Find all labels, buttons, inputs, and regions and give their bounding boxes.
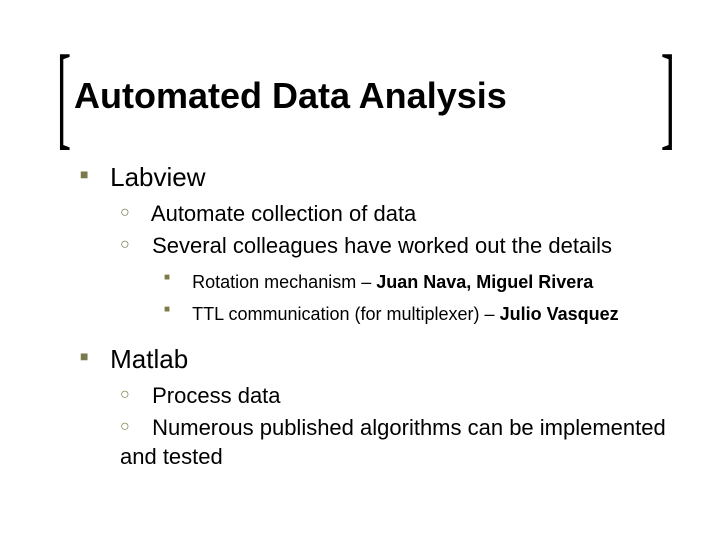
list-item: ■ Labview: [80, 160, 670, 195]
bracket-left-icon: [: [57, 38, 71, 153]
l3-bold: Julio Vasquez: [500, 304, 619, 324]
square-bullet-icon: ■: [164, 303, 186, 317]
bracket-right-icon: ]: [661, 38, 675, 153]
l3-bold: Juan Nava, Miguel Rivera: [376, 272, 593, 292]
slide-title: Automated Data Analysis: [72, 75, 509, 117]
circle-bullet-icon: ○: [120, 416, 146, 438]
slide-body: ■ Labview ○ Automate collection of data …: [80, 160, 670, 482]
sublist: ■ Rotation mechanism – Juan Nava, Miguel…: [164, 266, 670, 327]
sublist: ○ Automate collection of data ○ Several …: [120, 199, 670, 328]
list-item: ○ Numerous published algorithms can be i…: [120, 413, 670, 472]
list-item: ○ Process data: [120, 381, 670, 411]
l1-label: Matlab: [110, 342, 188, 377]
square-bullet-icon: ■: [80, 165, 104, 184]
slide: [ Automated Data Analysis ] ■ Labview ○ …: [0, 0, 720, 540]
list-item: ○ Several colleagues have worked out the…: [120, 231, 670, 261]
sublist: ○ Process data ○ Numerous published algo…: [120, 381, 670, 472]
l2-label: Several colleagues have worked out the d…: [152, 233, 612, 258]
square-bullet-icon: ■: [164, 271, 186, 285]
l2-label: Numerous published algorithms can be imp…: [120, 415, 666, 470]
square-bullet-icon: ■: [80, 347, 104, 366]
l2-label: Automate collection of data: [151, 201, 416, 226]
circle-bullet-icon: ○: [120, 202, 146, 224]
circle-bullet-icon: ○: [120, 384, 146, 406]
l3-label: TTL communication (for multiplexer) – Ju…: [192, 304, 618, 324]
l1-label: Labview: [110, 160, 205, 195]
list-item: ■ Matlab: [80, 342, 670, 377]
l3-prefix: Rotation mechanism –: [192, 272, 376, 292]
list-item: ■ Rotation mechanism – Juan Nava, Miguel…: [164, 266, 670, 296]
l3-prefix: TTL communication (for multiplexer) –: [192, 304, 499, 324]
l2-label: Process data: [152, 383, 280, 408]
l3-label: Rotation mechanism – Juan Nava, Miguel R…: [192, 272, 593, 292]
title-bar: [ Automated Data Analysis ]: [52, 60, 680, 132]
circle-bullet-icon: ○: [120, 234, 146, 256]
list-item: ○ Automate collection of data: [120, 199, 670, 229]
list-item: ■ TTL communication (for multiplexer) – …: [164, 298, 670, 328]
